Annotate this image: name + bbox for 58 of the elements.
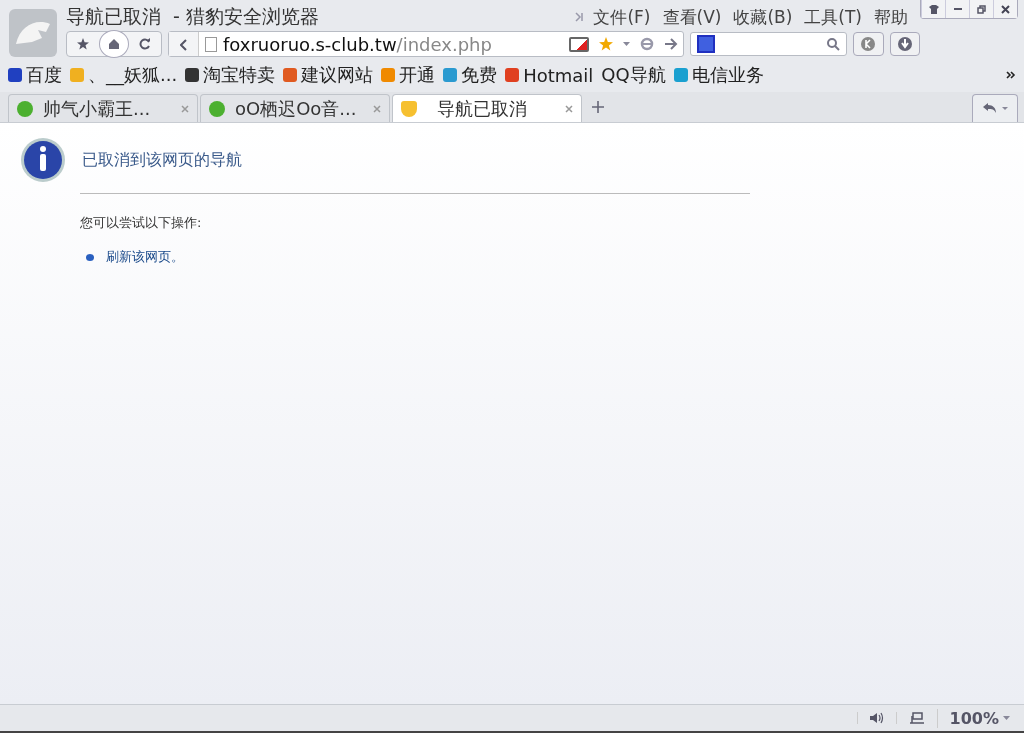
k-circle-icon xyxy=(860,36,877,52)
favicon xyxy=(209,100,225,117)
page-icon xyxy=(205,36,217,52)
tab[interactable]: 帅气小霸王... xyxy=(8,94,198,122)
info-icon xyxy=(20,137,66,183)
menu-item[interactable]: 帮助 xyxy=(874,5,908,29)
bullet-icon xyxy=(86,253,94,261)
home-icon[interactable] xyxy=(99,30,129,58)
bookmark-item[interactable]: 淘宝特卖 xyxy=(185,63,276,87)
menu-item[interactable]: 工具(T) xyxy=(804,5,862,29)
window-title: 导航已取消 - 猎豹安全浏览器 xyxy=(66,4,319,29)
tab[interactable]: 导航已取消 xyxy=(392,94,582,122)
star-icon[interactable] xyxy=(598,37,613,51)
more-icon[interactable] xyxy=(1006,71,1016,79)
refresh-link[interactable]: 刷新该网页。 xyxy=(106,248,184,266)
close-tab-icon[interactable] xyxy=(565,104,573,113)
menu-item[interactable]: 查看(V) xyxy=(662,5,722,29)
favicon xyxy=(17,100,33,117)
bookmark-item[interactable]: 电信业务 xyxy=(673,63,764,87)
plugin-button[interactable] xyxy=(853,32,884,56)
bookmark-item[interactable]: QQ导航 xyxy=(601,63,666,87)
back-icon[interactable] xyxy=(169,32,199,56)
undo-button[interactable] xyxy=(972,94,1018,122)
page-heading: 已取消到该网页的导航 xyxy=(82,149,242,171)
tab[interactable]: oO栖迟Oo音... xyxy=(200,94,390,122)
favicon xyxy=(401,100,417,117)
bookmark-item[interactable]: 开通 xyxy=(381,63,436,87)
new-tab-icon[interactable] xyxy=(592,101,604,113)
menu-item[interactable]: 文件(F) xyxy=(593,5,651,29)
intro-text: 您可以尝试以下操作: xyxy=(80,214,203,232)
undo-arrow-icon xyxy=(981,101,1009,114)
skin-button[interactable] xyxy=(921,0,945,18)
search-field[interactable] xyxy=(689,32,848,56)
bookmark-item[interactable]: 百度 xyxy=(8,63,62,87)
minimize-icon xyxy=(953,8,962,10)
restore-button[interactable] xyxy=(969,0,993,18)
close-icon xyxy=(1001,4,1010,14)
url-text: foxruoruo.s-club.tw/index.php xyxy=(223,33,492,55)
window-icon[interactable] xyxy=(908,712,925,724)
caret-icon[interactable] xyxy=(1003,716,1010,720)
bookmark-item[interactable]: Hotmail xyxy=(505,64,594,86)
shirt-icon xyxy=(928,4,939,14)
address-bar[interactable]: foxruoruo.s-club.tw/index.php xyxy=(168,31,684,57)
bookmark-item[interactable]: 、__妖狐... xyxy=(70,63,178,87)
speaker-icon[interactable] xyxy=(869,712,884,724)
zoom-level[interactable]: 100% xyxy=(949,708,999,728)
download-button[interactable] xyxy=(889,32,920,56)
bookmark-item[interactable]: 免费 xyxy=(443,63,498,87)
download-icon xyxy=(896,36,913,52)
menu-item[interactable]: 收藏(B) xyxy=(733,5,793,29)
search-icon[interactable] xyxy=(827,37,841,51)
block-icon[interactable] xyxy=(568,36,589,52)
bookmark-item[interactable]: 建议网站 xyxy=(283,63,374,87)
caret-icon[interactable] xyxy=(622,42,630,46)
minimize-button[interactable] xyxy=(945,0,969,18)
close-button[interactable] xyxy=(993,0,1017,18)
restore-icon xyxy=(977,4,986,14)
go-arrow-icon[interactable] xyxy=(663,38,678,50)
